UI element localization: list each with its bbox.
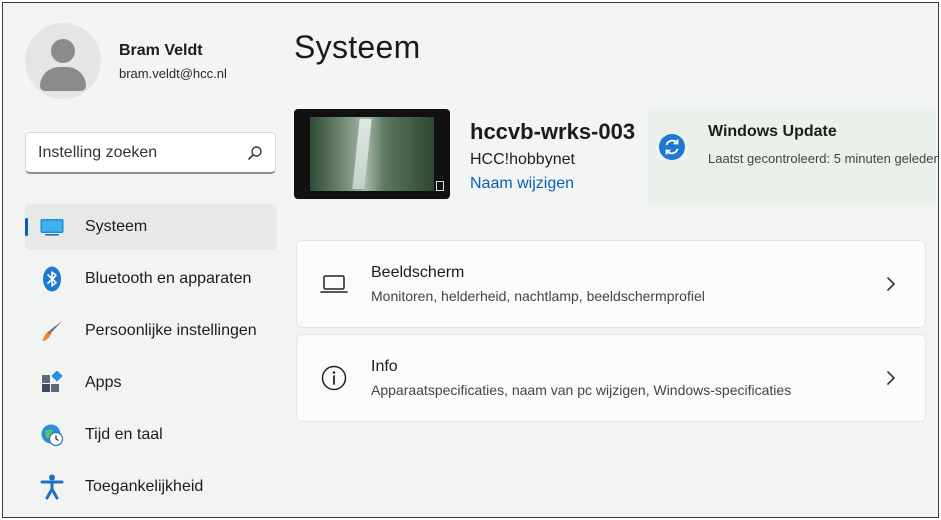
laptop-icon — [319, 269, 349, 299]
card-title: Beeldscherm — [371, 264, 465, 281]
nav-item-time-language[interactable]: Tijd en taal — [25, 412, 277, 458]
nav-list: Systeem Bluetooth en apparaten Persoonli… — [25, 204, 277, 516]
main-content: Systeem hccvb-wrks-003 HCC!hobbynet Naam… — [294, 3, 939, 517]
nav-label: Toegankelijkheid — [85, 478, 204, 495]
search-placeholder: Instelling zoeken — [38, 143, 158, 161]
desktop-wallpaper-thumbnail[interactable] — [294, 109, 450, 199]
nav-label: Systeem — [85, 218, 148, 235]
apps-icon — [39, 370, 65, 396]
avatar — [25, 23, 101, 99]
info-icon — [319, 363, 349, 393]
monitor-icon — [39, 214, 65, 240]
nav-item-bluetooth[interactable]: Bluetooth en apparaten — [25, 256, 277, 302]
page-title: Systeem — [294, 29, 421, 65]
card-title: Info — [371, 358, 398, 375]
sync-icon — [658, 133, 686, 161]
nav-label: Apps — [85, 374, 122, 391]
user-profile[interactable]: Bram Veldt bram.veldt@hcc.nl — [25, 23, 227, 99]
search-icon[interactable] — [247, 145, 263, 161]
nav-item-accessibility[interactable]: Toegankelijkheid — [25, 464, 277, 510]
rename-link[interactable]: Naam wijzigen — [470, 175, 635, 193]
sidebar: Bram Veldt bram.veldt@hcc.nl Instelling … — [3, 3, 285, 517]
search-input[interactable]: Instelling zoeken — [25, 132, 276, 174]
nav-label: Tijd en taal — [85, 426, 163, 443]
user-email: bram.veldt@hcc.nl — [119, 65, 227, 81]
card-subtitle: Apparaatspecificaties, naam van pc wijzi… — [371, 382, 792, 398]
device-org: HCC!hobbynet — [470, 151, 575, 168]
bluetooth-icon — [39, 266, 65, 292]
device-name: hccvb-wrks-003 — [470, 119, 636, 144]
globe-clock-icon — [39, 422, 65, 448]
user-name: Bram Veldt — [119, 41, 203, 59]
card-beeldscherm[interactable]: Beeldscherm Monitoren, helderheid, nacht… — [296, 240, 926, 328]
update-title: Windows Update — [708, 123, 837, 140]
chevron-right-icon — [881, 370, 901, 386]
device-summary: hccvb-wrks-003 HCC!hobbynet Naam wijzige… — [294, 109, 635, 199]
accessibility-icon — [39, 474, 65, 500]
nav-item-personalization[interactable]: Persoonlijke instellingen — [25, 308, 277, 354]
brush-icon — [39, 318, 65, 344]
card-subtitle: Monitoren, helderheid, nachtlamp, beelds… — [371, 288, 705, 304]
settings-window: Bram Veldt bram.veldt@hcc.nl Instelling … — [2, 2, 939, 518]
windows-update-tile[interactable]: Windows Update Laatst gecontroleerd: 5 m… — [648, 109, 939, 205]
chevron-right-icon — [881, 276, 901, 292]
nav-label: Persoonlijke instellingen — [85, 322, 257, 339]
nav-label: Bluetooth en apparaten — [85, 270, 252, 287]
update-status: Laatst gecontroleerd: 5 minuten geleden — [708, 151, 939, 166]
nav-item-apps[interactable]: Apps — [25, 360, 277, 406]
nav-item-systeem[interactable]: Systeem — [25, 204, 277, 250]
card-info[interactable]: Info Apparaatspecificaties, naam van pc … — [296, 334, 926, 422]
